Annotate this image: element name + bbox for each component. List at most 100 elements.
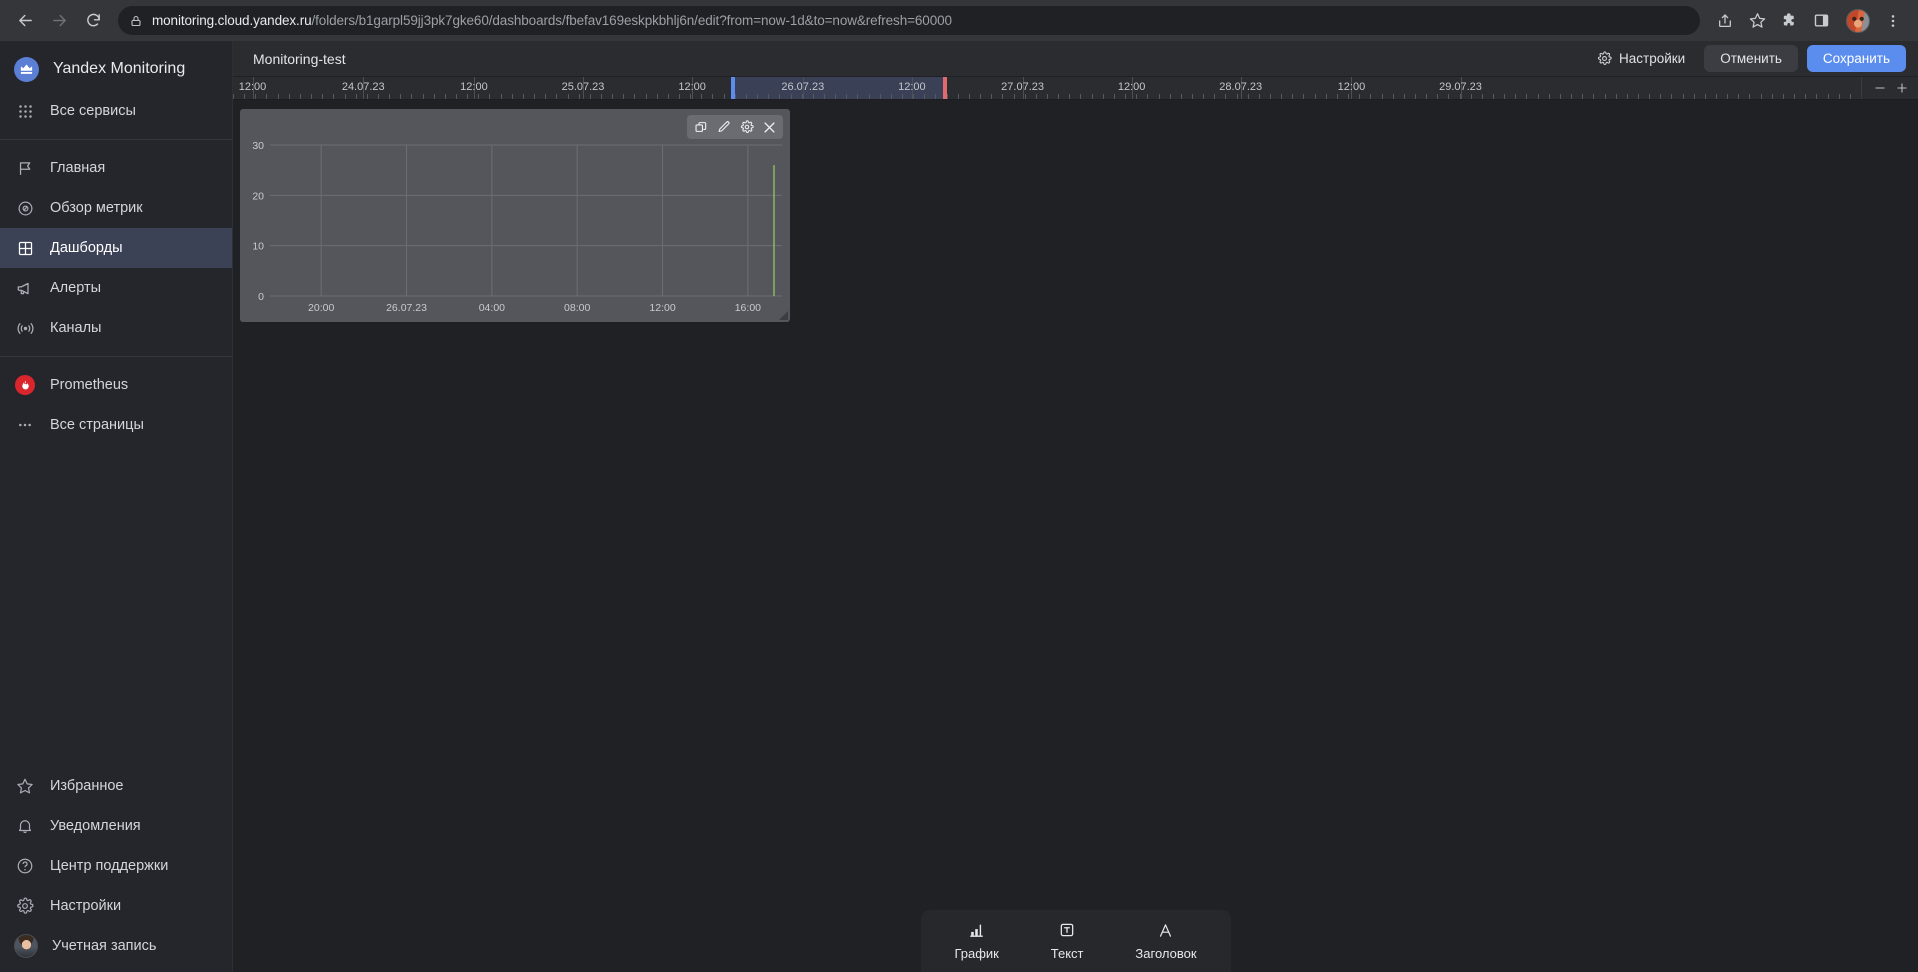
ruler-tick-label: 29.07.23 bbox=[1439, 81, 1482, 93]
sidebar-item-label: Учетная запись bbox=[52, 938, 157, 954]
sidebar-item-label: Уведомления bbox=[50, 818, 141, 834]
add-widget-bar: График Текст Заголовок bbox=[920, 910, 1231, 972]
back-arrow-icon[interactable] bbox=[10, 6, 40, 36]
sidebar-item-label: Алерты bbox=[50, 280, 102, 296]
sidebar-item-metrics-overview[interactable]: Обзор метрик bbox=[0, 188, 232, 228]
sidebar-item-alerts[interactable]: Алерты bbox=[0, 268, 232, 308]
sidebar-item-support[interactable]: Центр поддержки bbox=[0, 846, 232, 886]
app-root: Yandex Monitoring Все сервисы Главная Об… bbox=[0, 41, 1918, 972]
browser-toolbar: monitoring.cloud.yandex.ru/folders/b1gar… bbox=[0, 0, 1918, 41]
dashboard-canvas[interactable]: 0 10 20 30 20:00 26.07.23 04:00 08:00 12:00 16:00 bbox=[233, 100, 1918, 972]
ruler-tick-label: 12:00 bbox=[1337, 81, 1366, 93]
three-dots-menu-icon[interactable] bbox=[1878, 6, 1908, 36]
ruler-tick-label: 12:00 bbox=[678, 81, 706, 93]
bar-chart-icon bbox=[968, 922, 985, 939]
chart-plot: 0 10 20 30 20:00 26.07.23 04:00 08:00 12:00 16:00 bbox=[240, 109, 790, 322]
url-text: monitoring.cloud.yandex.ru/folders/b1gar… bbox=[152, 13, 952, 28]
sidebar-item-label: Prometheus bbox=[50, 377, 129, 393]
grid-icon bbox=[14, 237, 36, 259]
ruler-tick-label: 27.07.23 bbox=[1001, 81, 1044, 93]
ellipsis-icon bbox=[14, 414, 36, 436]
compass-icon bbox=[14, 197, 36, 219]
sidebar-top-group: Yandex Monitoring Все сервисы bbox=[0, 41, 232, 137]
widget-label: Заголовок bbox=[1135, 945, 1197, 961]
chart-xtick-label: 26.07.23 bbox=[386, 302, 427, 314]
sidebar-brand[interactable]: Yandex Monitoring bbox=[0, 47, 232, 91]
sidebar-item-dashboards[interactable]: Дашборды bbox=[0, 228, 232, 268]
text-box-icon bbox=[1059, 922, 1075, 939]
page-title: Monitoring-test bbox=[253, 50, 346, 67]
edit-pencil-icon[interactable] bbox=[713, 117, 734, 138]
sidebar-item-channels[interactable]: Каналы bbox=[0, 308, 232, 348]
timeline-ruler[interactable]: 12:00 24.07.23 12:00 25.07.23 12:00 26.07.23 1… bbox=[233, 77, 1918, 100]
sidebar-item-all-pages[interactable]: Все страницы bbox=[0, 405, 232, 445]
add-chart-widget-button[interactable]: График bbox=[944, 918, 1008, 965]
dashboard-settings-label: Настройки bbox=[1619, 51, 1686, 66]
star-outline-icon bbox=[14, 775, 36, 797]
chart-xtick-label: 20:00 bbox=[308, 302, 334, 314]
user-avatar bbox=[14, 934, 38, 958]
megaphone-icon bbox=[14, 277, 36, 299]
lock-icon bbox=[130, 15, 142, 27]
dashboard-header: Monitoring-test Настройки Отменить Сохра… bbox=[233, 41, 1918, 77]
reload-icon[interactable] bbox=[78, 6, 108, 36]
url-path: /folders/b1garpl59jj3pk7gke60/dashboards… bbox=[311, 13, 952, 28]
chart-xtick-label: 16:00 bbox=[735, 302, 761, 314]
question-circle-icon bbox=[14, 855, 36, 877]
puzzle-icon[interactable] bbox=[1774, 6, 1804, 36]
duplicate-icon[interactable] bbox=[690, 117, 711, 138]
chart-xtick-label: 08:00 bbox=[564, 302, 590, 314]
address-bar[interactable]: monitoring.cloud.yandex.ru/folders/b1gar… bbox=[118, 6, 1700, 35]
sidebar-item-prometheus[interactable]: Prometheus bbox=[0, 365, 232, 405]
add-heading-widget-button[interactable]: Заголовок bbox=[1125, 918, 1206, 965]
flag-icon bbox=[14, 157, 36, 179]
dashboard-settings-button[interactable]: Настройки bbox=[1587, 45, 1695, 72]
profile-avatar[interactable] bbox=[1846, 8, 1870, 33]
sidebar-item-label: Избранное bbox=[50, 778, 124, 794]
heading-a-icon bbox=[1157, 922, 1174, 939]
forward-arrow-icon[interactable] bbox=[44, 6, 74, 36]
sidebar-item-label: Центр поддержки bbox=[50, 858, 169, 874]
sidebar-bottom-group: Избранное Уведомления Центр поддержки На… bbox=[0, 760, 232, 972]
sidebar-item-all-services[interactable]: Все сервисы bbox=[0, 91, 232, 131]
sidebar-item-account[interactable]: Учетная запись bbox=[0, 926, 232, 966]
sidebar-integrations-group: Prometheus Все страницы bbox=[0, 359, 232, 451]
grid-dots-icon bbox=[14, 100, 36, 122]
sidebar-item-favorites[interactable]: Избранное bbox=[0, 766, 232, 806]
sidebar-nav-group: Главная Обзор метрик Дашборды Алерты Кан… bbox=[0, 142, 232, 354]
chart-ytick-label: 20 bbox=[252, 190, 264, 202]
yandex-monitoring-logo-icon bbox=[14, 56, 39, 82]
close-icon[interactable] bbox=[759, 117, 780, 138]
sidebar-item-settings[interactable]: Настройки bbox=[0, 886, 232, 926]
resize-grip-icon[interactable] bbox=[779, 311, 788, 320]
sidebar-item-notifications[interactable]: Уведомления bbox=[0, 806, 232, 846]
widget-label: Текст bbox=[1050, 945, 1084, 961]
star-icon[interactable] bbox=[1742, 6, 1772, 36]
ruler-tick-label: 24.07.23 bbox=[341, 81, 385, 93]
cancel-button[interactable]: Отменить bbox=[1704, 45, 1798, 72]
ruler-tick-label: 12:00 bbox=[898, 81, 926, 93]
share-icon[interactable] bbox=[1710, 6, 1740, 36]
gear-icon bbox=[14, 895, 36, 917]
minus-icon[interactable] bbox=[1870, 78, 1890, 98]
sidebar-item-label: Обзор метрик bbox=[50, 200, 143, 216]
sidebar: Yandex Monitoring Все сервисы Главная Об… bbox=[0, 41, 233, 972]
side-panel-icon[interactable] bbox=[1806, 6, 1836, 36]
plus-icon[interactable] bbox=[1892, 78, 1912, 98]
add-text-widget-button[interactable]: Текст bbox=[1041, 918, 1094, 965]
settings-gear-icon[interactable] bbox=[736, 117, 757, 138]
ruler-track[interactable]: 12:00 24.07.23 12:00 25.07.23 12:00 26.07.23 1… bbox=[233, 77, 1861, 99]
sidebar-item-label: Все страницы bbox=[50, 417, 144, 433]
chart-panel[interactable]: 0 10 20 30 20:00 26.07.23 04:00 08:00 12:00 16:00 bbox=[240, 109, 790, 322]
browser-actions bbox=[1710, 6, 1908, 36]
broadcast-icon bbox=[14, 317, 36, 339]
chart-ytick-label: 0 bbox=[258, 291, 264, 303]
url-host: monitoring.cloud.yandex.ru bbox=[152, 13, 312, 28]
sidebar-item-label: Каналы bbox=[50, 320, 102, 336]
ruler-tick-label: 28.07.23 bbox=[1219, 81, 1263, 93]
chart-svg: 0 10 20 30 20:00 26.07.23 04:00 08:00 12:00 16:00 bbox=[252, 140, 782, 314]
save-button[interactable]: Сохранить bbox=[1806, 45, 1906, 72]
sidebar-item-home[interactable]: Главная bbox=[0, 148, 232, 188]
ruler-tick-label: 12:00 bbox=[1117, 81, 1146, 93]
